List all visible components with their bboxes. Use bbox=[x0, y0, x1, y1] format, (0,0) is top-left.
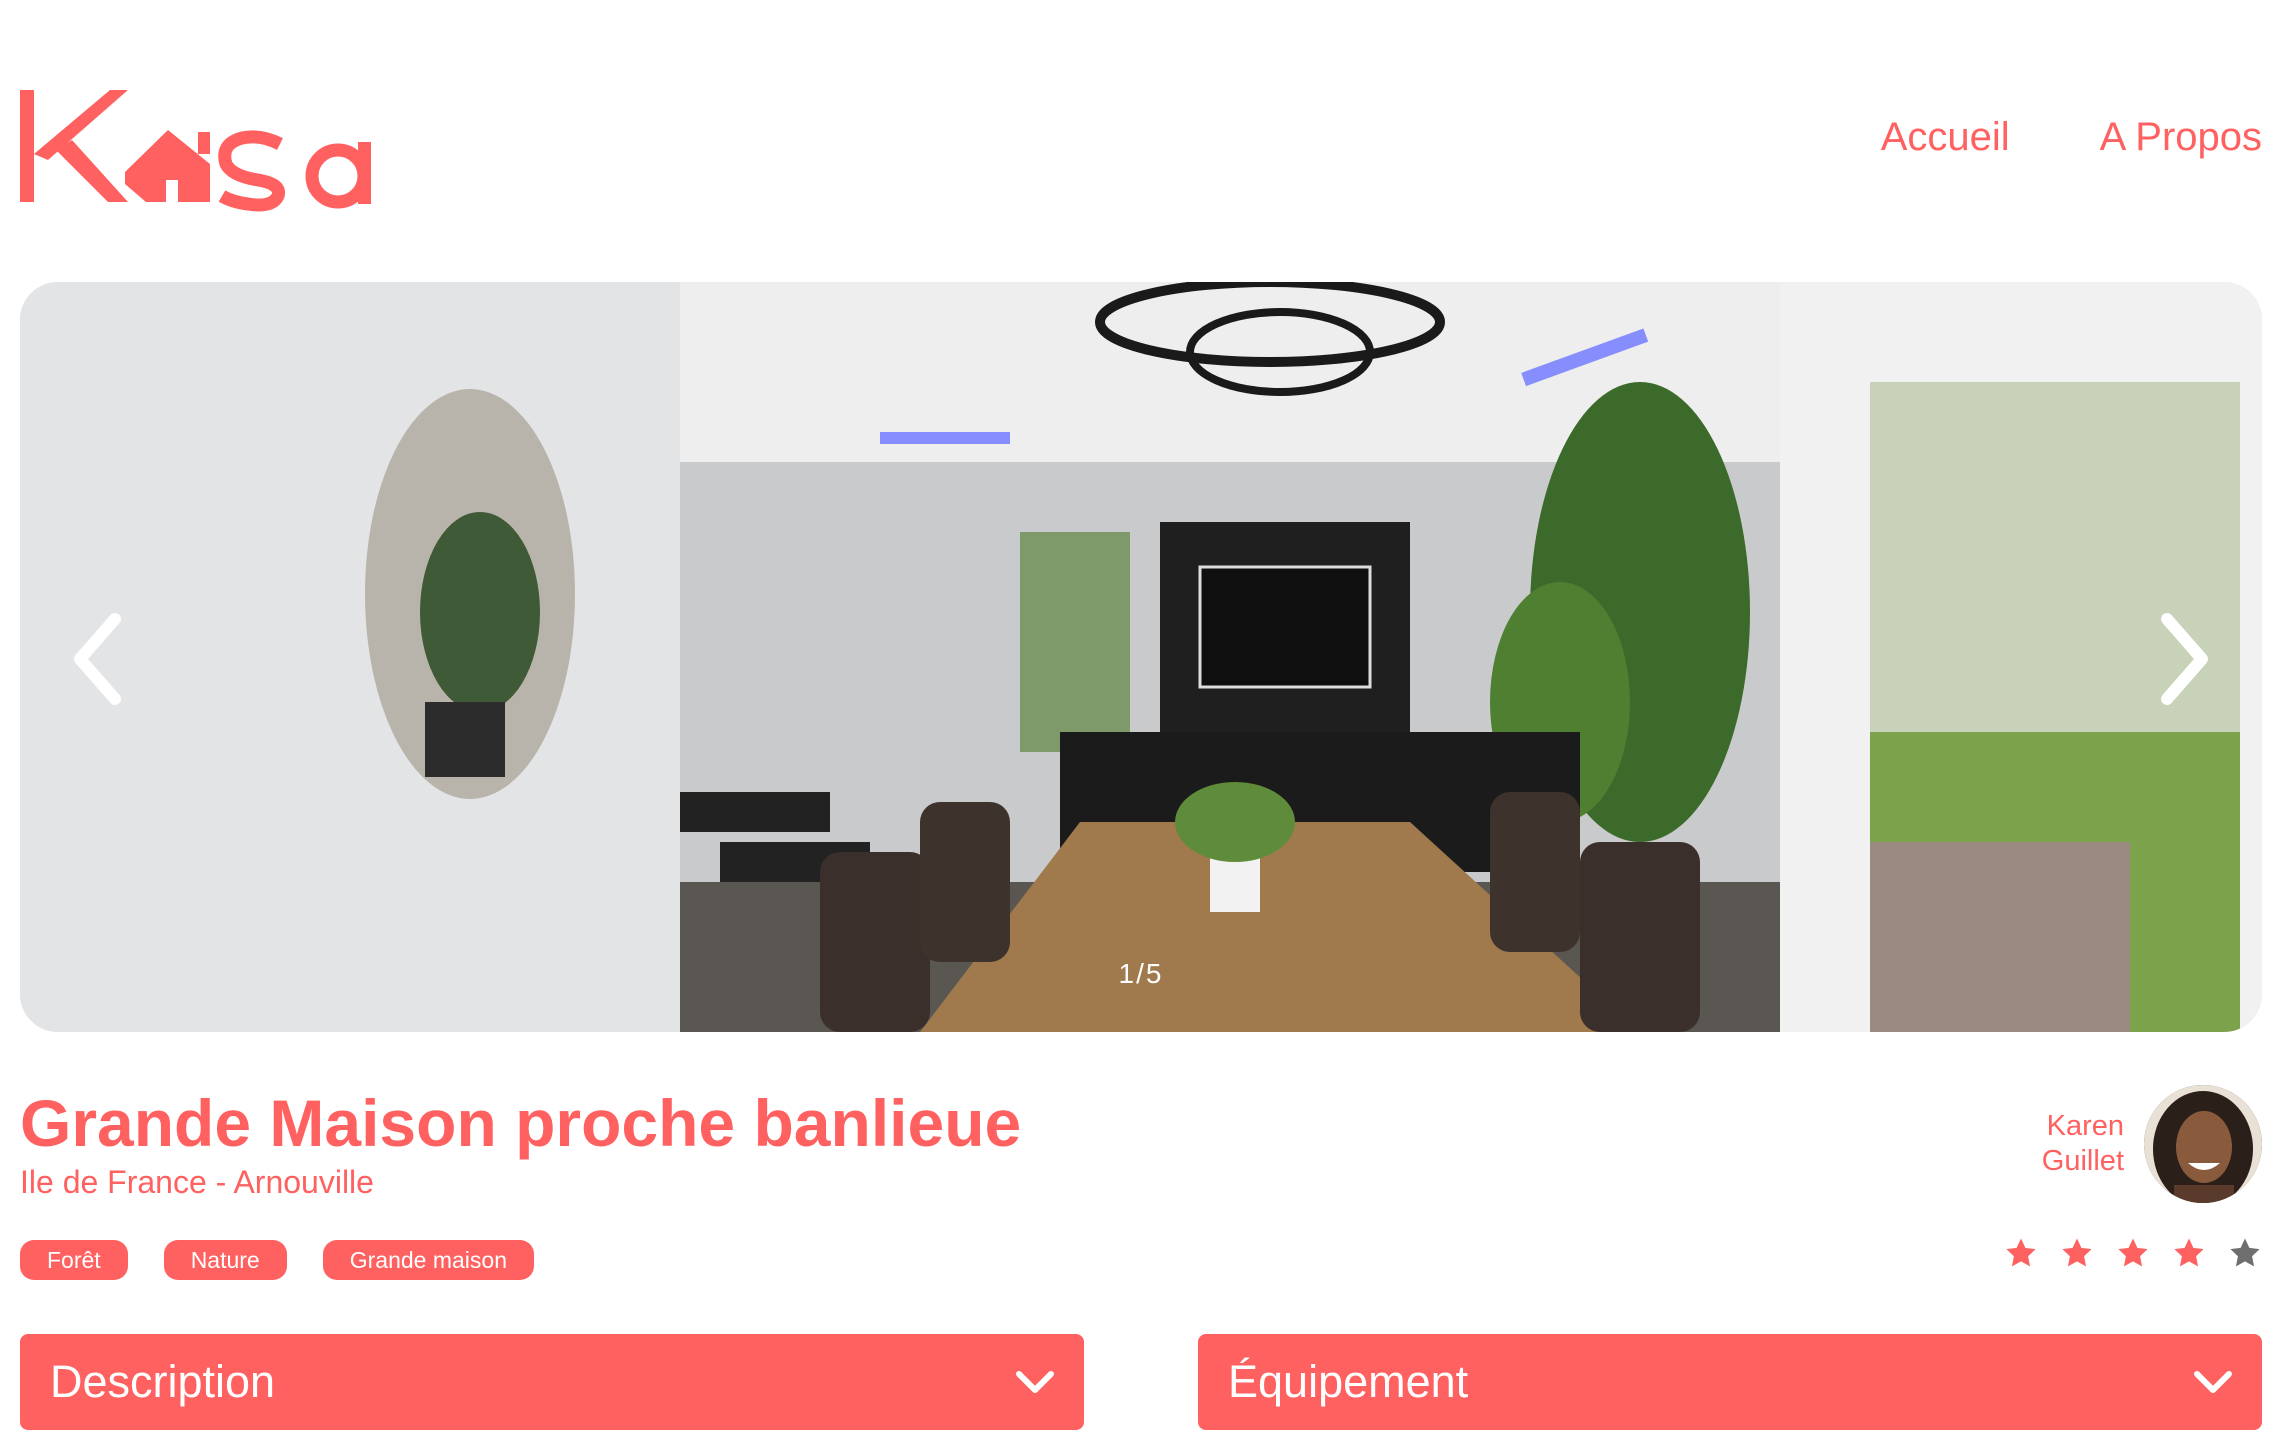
star-filled-icon bbox=[2174, 1238, 2204, 1267]
rating bbox=[2004, 1236, 2262, 1270]
host-last-name: Guillet bbox=[2041, 1145, 2124, 1177]
collapse-title: Équipement bbox=[1228, 1356, 1469, 1407]
listing-location: Ile de France - Arnouville bbox=[20, 1164, 374, 1200]
listing-title: Grande Maison proche banlieue bbox=[20, 1086, 1022, 1160]
star-filled-icon bbox=[2006, 1238, 2036, 1267]
description-collapse[interactable]: Description bbox=[20, 1334, 1084, 1430]
carousel-photo bbox=[20, 282, 2262, 1032]
tag: Grande maison bbox=[322, 1240, 534, 1280]
main-nav: Accueil A Propos bbox=[1881, 115, 2262, 160]
chevron-down-icon[interactable] bbox=[1014, 1367, 1056, 1397]
nav-link-accueil[interactable]: Accueil bbox=[1881, 115, 2010, 160]
star-filled-icon bbox=[2062, 1238, 2092, 1267]
tag-list: Forêt Nature Grande maison bbox=[20, 1240, 534, 1280]
tag: Nature bbox=[163, 1240, 287, 1280]
chevron-right-icon[interactable] bbox=[2142, 604, 2222, 714]
photo-carousel bbox=[20, 282, 2262, 1032]
avatar bbox=[2144, 1085, 2262, 1203]
host-first-name: Karen bbox=[2046, 1110, 2124, 1142]
tag: Forêt bbox=[20, 1240, 128, 1280]
nav-link-a-propos[interactable]: A Propos bbox=[2100, 115, 2262, 160]
host-name: Karen Guillet bbox=[2042, 1109, 2124, 1179]
host-info: Karen Guillet bbox=[2042, 1085, 2262, 1203]
kasa-logo[interactable] bbox=[20, 72, 400, 212]
star-filled-icon bbox=[2118, 1238, 2148, 1267]
chevron-left-icon[interactable] bbox=[60, 604, 140, 714]
star-empty-icon bbox=[2230, 1238, 2260, 1267]
slide-counter: 1/5 bbox=[1118, 958, 1164, 989]
equipment-collapse[interactable]: Équipement bbox=[1198, 1334, 2262, 1430]
header: Accueil A Propos bbox=[20, 60, 2262, 212]
collapse-title: Description bbox=[50, 1356, 276, 1407]
chevron-down-icon[interactable] bbox=[2192, 1367, 2234, 1397]
